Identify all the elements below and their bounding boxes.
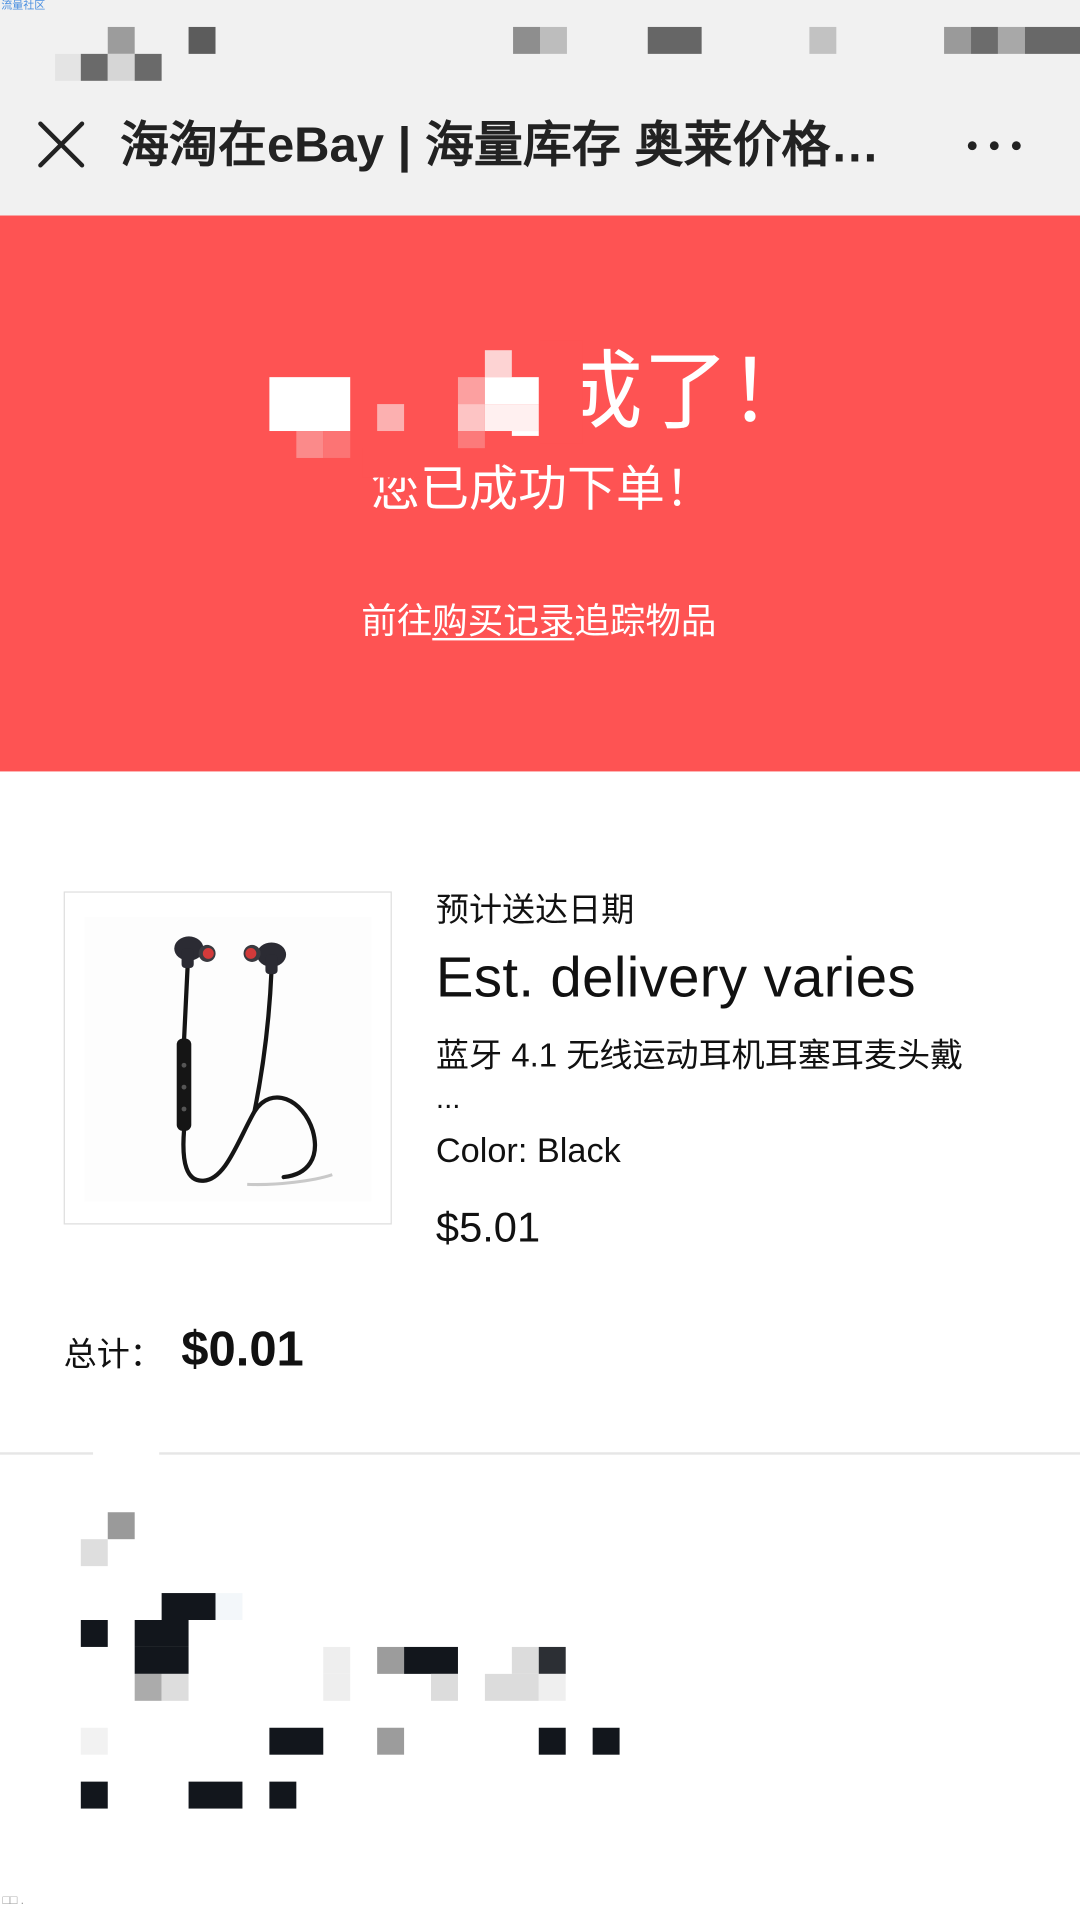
footer-glyphs: □□ .: [2, 1894, 25, 1908]
section-divider: [0, 1452, 1080, 1455]
success-subheading: 您已成功下单！: [371, 462, 714, 517]
total-label: 总计：: [63, 1335, 163, 1373]
earphones-image: [84, 916, 372, 1202]
purchase-history-link[interactable]: 购买记录: [432, 602, 574, 641]
success-heading: 成了！: [557, 344, 815, 440]
track-order-line: 前往购买记录追踪物品: [361, 600, 716, 644]
item-title[interactable]: 蓝牙 4.1 无线运动耳机耳塞耳麦头戴: [436, 1036, 963, 1075]
watermark: 流量社区: [1, 0, 46, 12]
item-thumbnail[interactable]: [63, 891, 392, 1225]
more-button[interactable]: [962, 127, 1026, 164]
delivery-label: 预计送达日期: [435, 891, 635, 929]
more-icon: [967, 141, 1021, 151]
status-bar: [0, 0, 1080, 93]
item-price: $5.01: [435, 1204, 541, 1252]
content-mosaic: [80, 1512, 620, 1809]
track-prefix: 前往: [361, 602, 433, 642]
item-variant: Color: Black: [435, 1131, 621, 1170]
close-button[interactable]: [34, 118, 88, 172]
close-icon: [38, 121, 85, 168]
track-suffix: 追踪物品: [574, 602, 717, 642]
delivery-value: Est. delivery varies: [435, 945, 916, 1009]
total-value: $0.01: [181, 1322, 304, 1377]
page-title: 海淘在eBay | 海量库存 奥莱价格…: [120, 118, 880, 173]
item-title-ellipsis: ...: [435, 1082, 461, 1116]
order-confirmation-page: 流量社区 海淘在eBay | 海量库存 奥莱价格… 成了！ 您已成功下单！ 前往…: [0, 0, 1080, 1920]
